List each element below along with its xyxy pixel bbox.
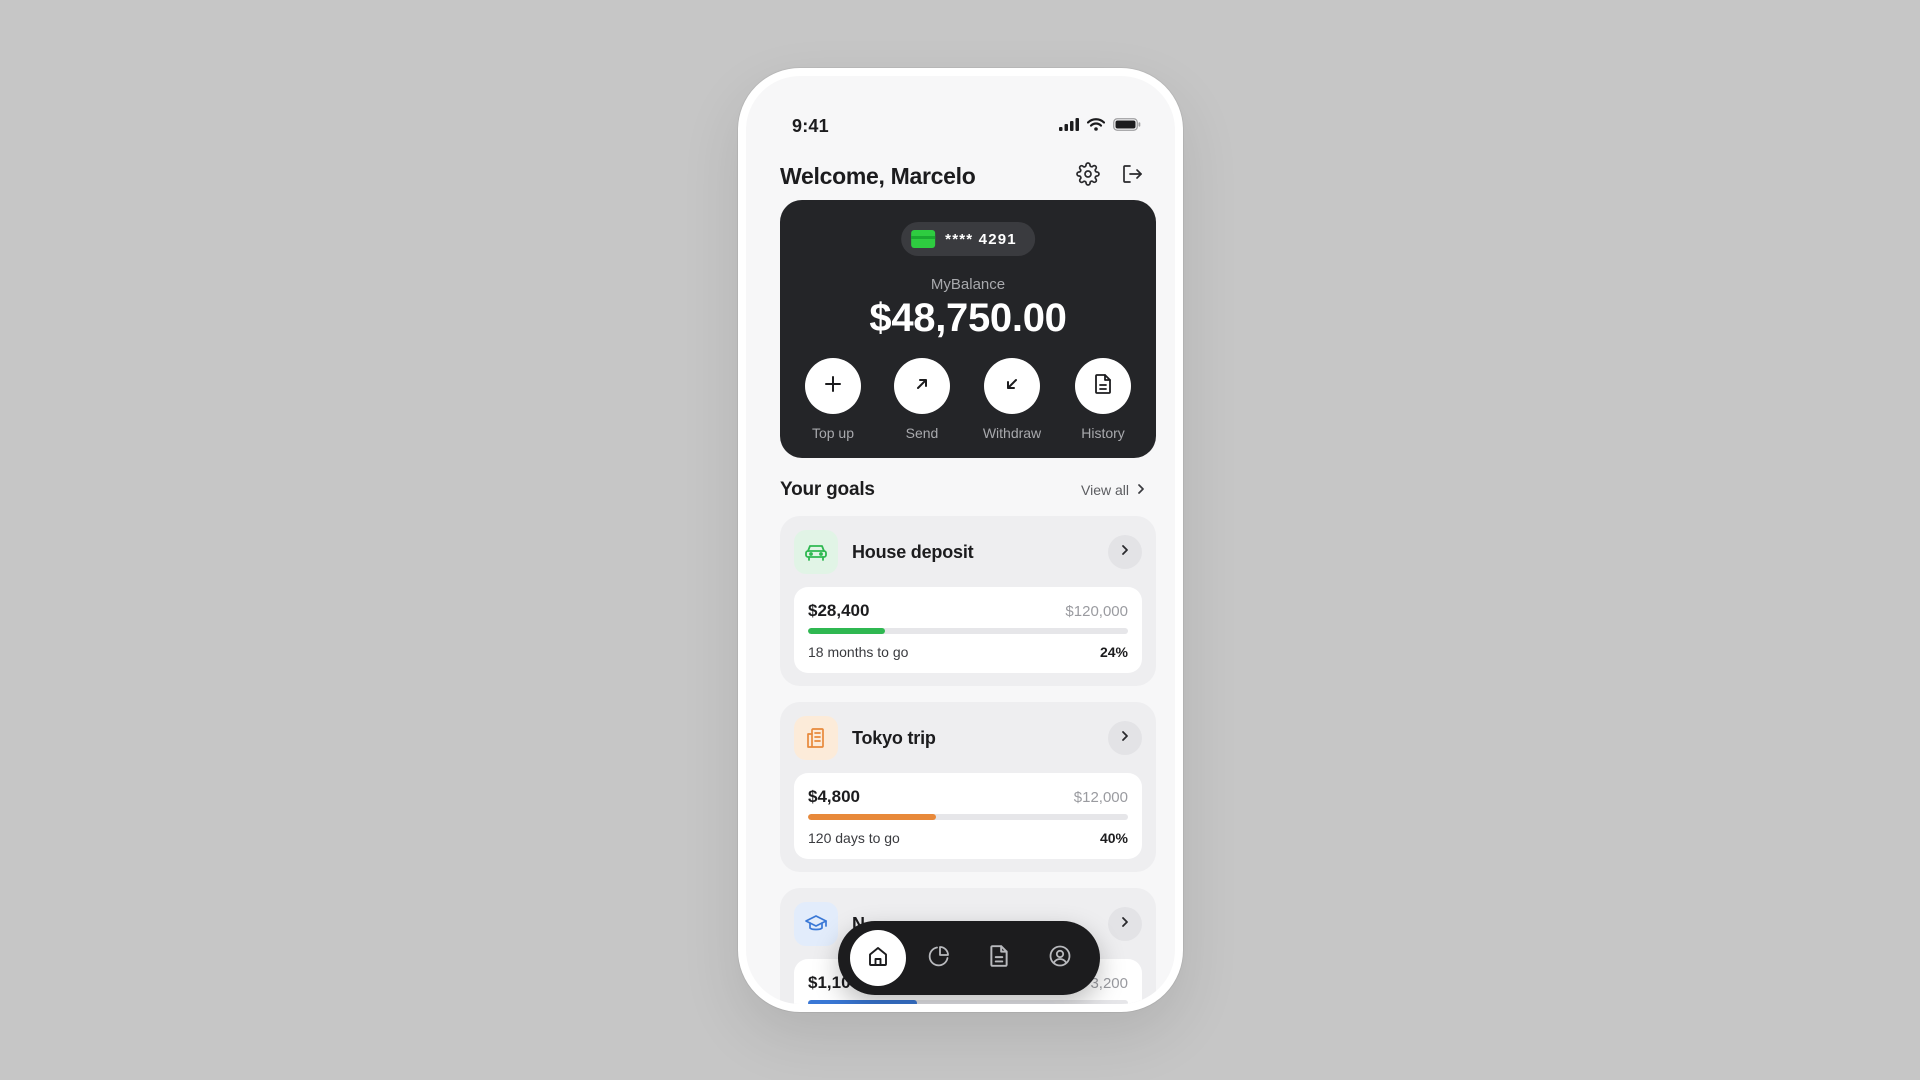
balance-card: **** 4291 MyBalance $48,750.00 Top up Se… [780,200,1156,458]
plus-icon [823,374,843,399]
goal-target: $12,000 [1073,789,1128,806]
logout-button[interactable] [1119,163,1145,189]
withdraw-label: Withdraw [982,425,1042,441]
top-up-button[interactable] [805,358,861,414]
goal-progress-box: $4,800 $12,000 120 days to go 40% [794,773,1142,859]
tab-analytics[interactable] [911,930,967,986]
logout-icon [1120,162,1144,191]
wifi-icon [1086,118,1106,136]
goal-time-left: 120 days to go [808,830,900,846]
goal-progress-fill [808,628,885,634]
status-bar: 9:41 [746,76,1175,136]
withdraw-action: Withdraw [972,358,1052,441]
graduation-cap-icon [794,902,838,946]
goal-card[interactable]: Tokyo trip $4,800 $12,000 120 days to go… [780,702,1156,872]
goal-footer: 120 days to go 40% [808,830,1128,846]
document-icon [988,944,1010,973]
goal-amounts: $28,400 $120,000 [808,601,1128,621]
history-button[interactable] [1075,358,1131,414]
chevron-right-icon [1121,729,1129,747]
card-selector[interactable]: **** 4291 [901,222,1035,256]
card-number: **** 4291 [945,230,1017,248]
history-action: History [1063,358,1143,441]
status-time: 9:41 [792,116,829,136]
goal-percent: 24% [1099,644,1128,660]
goal-progress-bar [808,1000,1128,1004]
goal-amounts: $4,800 $12,000 [808,787,1128,807]
balance-label: MyBalance [930,276,1006,293]
send-label: Send [905,425,939,441]
goal-target: $120,000 [1065,603,1128,620]
header: Welcome, Marcelo [780,156,1145,196]
goal-name: House deposit [852,541,974,562]
goal-progress-bar [808,628,1128,634]
header-actions [1075,161,1145,191]
welcome-title: Welcome, Marcelo [780,162,976,189]
history-label: History [1081,425,1125,441]
document-icon [1093,373,1113,400]
goals-header: Your goals View all [780,478,1145,502]
pie-chart-icon [927,944,951,973]
view-all-link[interactable]: View all [1081,482,1145,498]
goal-header: Tokyo trip [794,716,1142,760]
arrow-up-right-icon [913,375,931,398]
chevron-right-icon [1121,543,1129,561]
goal-saved: $4,800 [808,787,860,806]
view-all-label: View all [1081,482,1129,498]
phone-frame: 9:41 Welcome, Marcelo **** 4291 MyBalanc… [738,68,1183,1012]
tab-home[interactable] [850,930,907,986]
goal-percent: 40% [1099,830,1128,846]
goal-progress-box: $28,400 $120,000 18 months to go 24% [794,587,1142,673]
chevron-right-icon [1137,482,1145,498]
goal-time-left: 18 months to go [808,644,909,660]
status-icons [1059,118,1141,136]
goal-progress-bar [808,814,1128,820]
goal-name: Tokyo trip [852,727,936,748]
goal-progress-fill [808,1000,917,1004]
bottom-tab-bar [838,921,1100,995]
battery-icon [1113,118,1141,136]
goal-open-button[interactable] [1108,535,1142,569]
tab-profile[interactable] [1032,930,1088,986]
balance-amount: $48,750.00 [869,296,1067,340]
arrow-down-left-icon [1003,375,1021,398]
goal-saved: $28,400 [808,601,870,620]
chevron-right-icon [1121,915,1129,933]
send-button[interactable] [894,358,950,414]
goal-footer: 18 months to go 24% [808,644,1128,660]
building-icon [794,716,838,760]
tab-documents[interactable] [971,930,1027,986]
goals-title: Your goals [780,479,875,500]
goal-open-button[interactable] [1108,721,1142,755]
gear-icon [1076,161,1100,191]
home-icon [867,945,889,972]
credit-card-icon [911,230,936,248]
top-up-label: Top up [811,425,855,441]
profile-icon [1048,944,1072,973]
goal-target: 3,200 [1090,975,1128,992]
car-icon [794,530,838,574]
settings-button[interactable] [1075,161,1101,191]
top-up-action: Top up [793,358,873,441]
send-action: Send [882,358,962,441]
goal-progress-fill [808,814,936,820]
goal-open-button[interactable] [1108,907,1142,941]
goal-card[interactable]: House deposit $28,400 $120,000 18 months… [780,516,1156,686]
signal-icon [1059,118,1079,136]
withdraw-button[interactable] [984,358,1040,414]
goal-header: House deposit [794,530,1142,574]
